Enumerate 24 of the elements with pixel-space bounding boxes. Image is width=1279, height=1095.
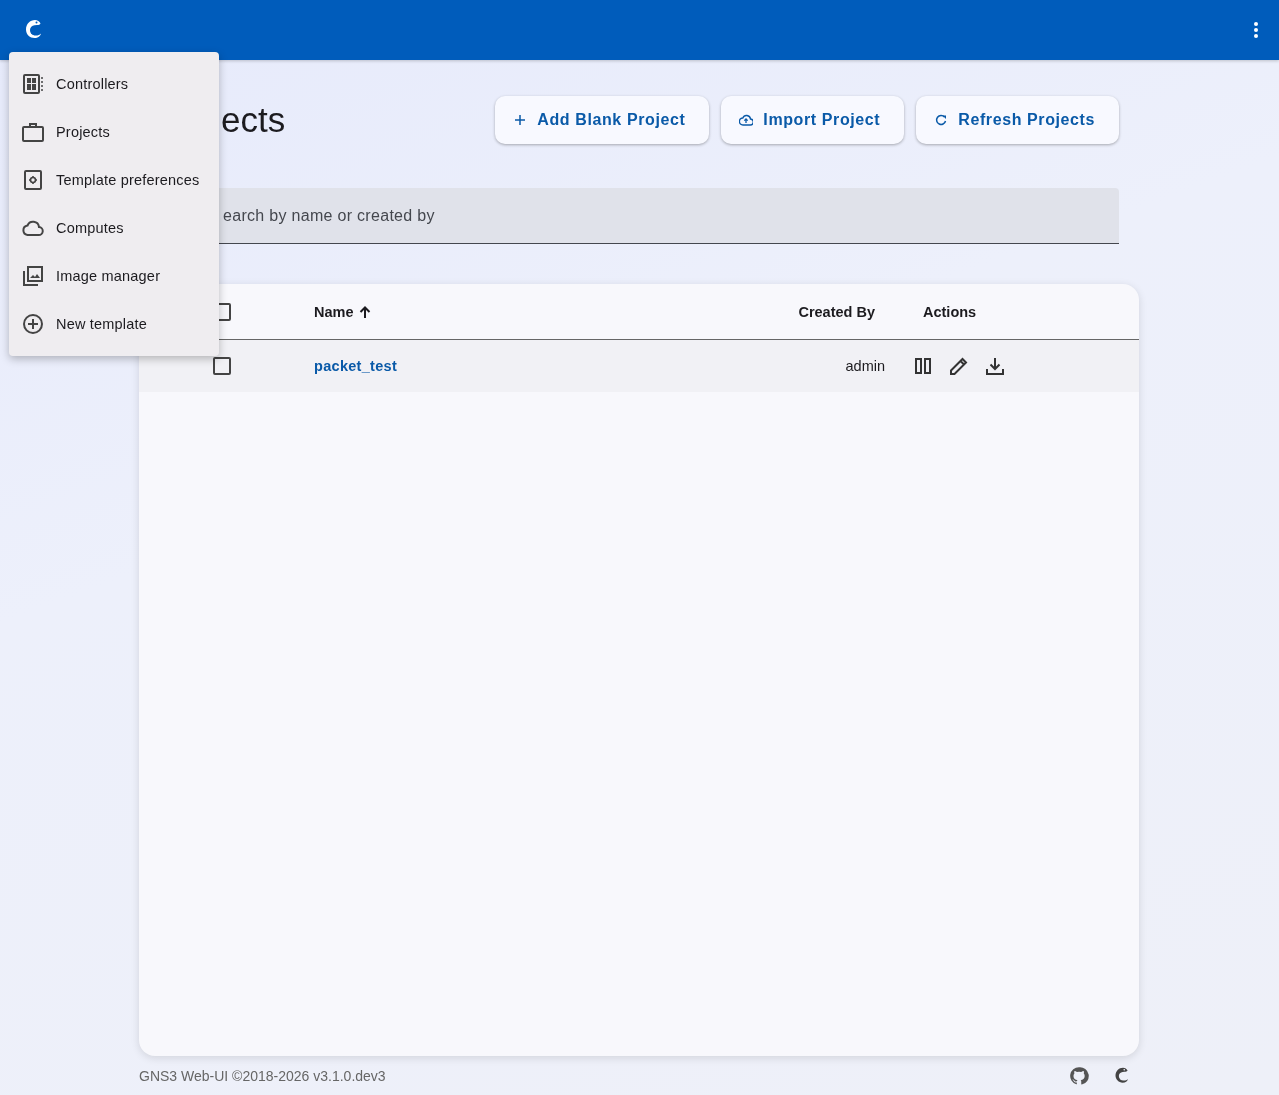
add-circle-icon xyxy=(21,312,45,336)
cloud-upload-icon xyxy=(739,113,754,127)
briefcase-icon xyxy=(21,120,45,144)
page-title: ects xyxy=(220,100,286,140)
menu-item[interactable]: Projects xyxy=(9,108,219,156)
column-header[interactable]: Actions xyxy=(923,303,977,320)
menu-item[interactable]: Image manager xyxy=(9,252,219,300)
image-icon xyxy=(21,264,45,288)
column-header[interactable]: Created By xyxy=(798,303,875,320)
toolbar-button[interactable]: Refresh Projects xyxy=(916,96,1119,144)
project-link[interactable]: packet_test xyxy=(314,358,398,374)
menu-item[interactable]: Controllers xyxy=(9,60,219,108)
refresh-icon xyxy=(934,113,949,127)
github-icon[interactable] xyxy=(1069,1066,1089,1086)
dashboard-icon xyxy=(21,72,45,96)
toolbar-button[interactable]: Add Blank Project xyxy=(495,96,710,144)
more-options-icon[interactable] xyxy=(1253,21,1259,39)
table-cell: admin xyxy=(845,358,885,374)
footer-text: GNS3 Web-UI ©2018-2026 v3.1.0.dev3 xyxy=(139,1068,386,1084)
menu-item[interactable]: New template xyxy=(9,300,219,348)
toolbar-button[interactable]: Import Project xyxy=(721,96,905,144)
add-icon xyxy=(513,113,528,127)
column-header[interactable]: Name xyxy=(314,303,372,320)
checkbox[interactable] xyxy=(213,357,231,375)
